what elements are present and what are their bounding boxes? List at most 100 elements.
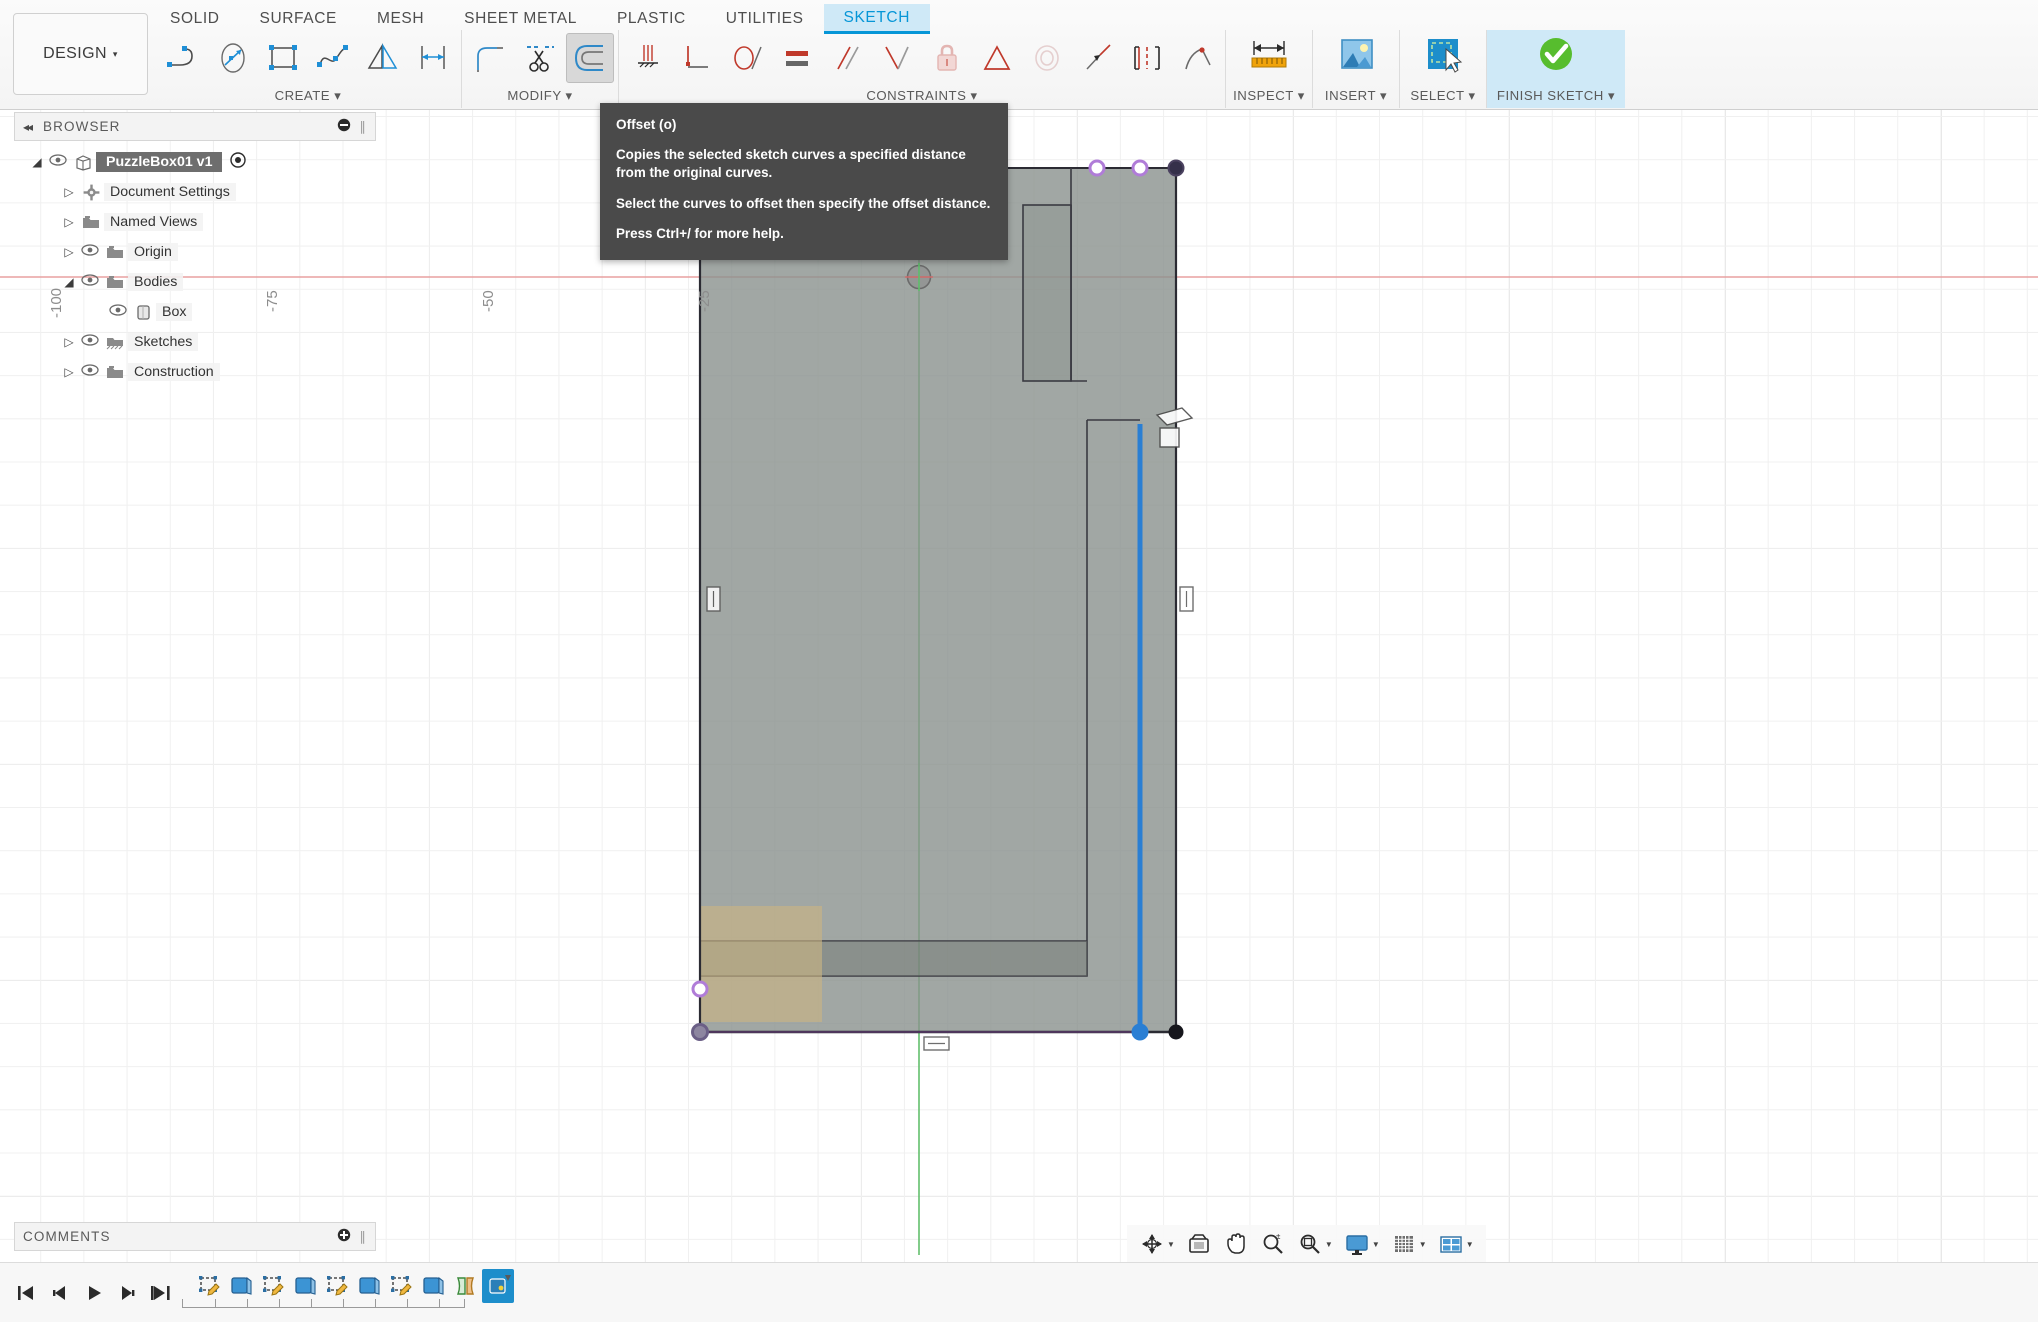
- timeline-feature-sketch[interactable]: [386, 1269, 418, 1303]
- timeline-feature-extrude[interactable]: [354, 1269, 386, 1303]
- body-icon: [130, 304, 156, 321]
- add-comment-icon[interactable]: [337, 1228, 351, 1245]
- panel-inspect-label[interactable]: INSPECT ▾: [1233, 88, 1305, 108]
- folder-icon: [102, 275, 128, 290]
- timeline-feature-extrude[interactable]: [418, 1269, 450, 1303]
- tangent-icon[interactable]: [723, 33, 771, 83]
- select-window-cursor-icon: [1420, 36, 1466, 81]
- gear-icon: [78, 184, 104, 201]
- tree-item-construction[interactable]: ▷ Construction: [14, 357, 376, 387]
- skip-to-start-icon[interactable]: [10, 1275, 42, 1311]
- timeline-feature-extrude[interactable]: [290, 1269, 322, 1303]
- finish-sketch-button[interactable]: FINISH SKETCH ▾: [1491, 30, 1621, 108]
- expand-arrow-icon[interactable]: ▷: [60, 215, 78, 229]
- grid-snaps-icon[interactable]: ▼: [1387, 1227, 1431, 1261]
- tree-item-label: Origin: [128, 243, 178, 261]
- curvature-icon[interactable]: [1123, 33, 1171, 83]
- panel-options-icon[interactable]: [337, 118, 351, 135]
- spline-icon[interactable]: [309, 33, 357, 83]
- tree-item-sketches[interactable]: ▷ Sketches: [14, 327, 376, 357]
- tab-label: SHEET METAL: [464, 10, 577, 27]
- visibility-eye-icon[interactable]: [106, 304, 130, 320]
- zoom-icon[interactable]: ±: [1256, 1227, 1290, 1261]
- tree-item-label: Named Views: [104, 213, 204, 231]
- line-icon[interactable]: [159, 33, 207, 83]
- skip-to-end-icon[interactable]: [146, 1275, 178, 1311]
- comments-panel[interactable]: COMMENTS ∥: [14, 1222, 376, 1251]
- tree-item-label: Document Settings: [104, 183, 236, 201]
- inspect-button[interactable]: INSPECT ▾: [1230, 30, 1308, 108]
- insert-button[interactable]: INSERT ▾: [1317, 30, 1395, 108]
- midpoint-icon[interactable]: [973, 33, 1021, 83]
- visibility-eye-icon[interactable]: [78, 244, 102, 260]
- tree-item-named-views[interactable]: ▷ Named Views: [14, 207, 376, 237]
- panel-select-label[interactable]: SELECT ▾: [1410, 88, 1475, 108]
- panel-grip-icon[interactable]: ∥: [359, 1229, 367, 1245]
- fillet-icon[interactable]: [466, 33, 514, 83]
- equal-icon[interactable]: [773, 33, 821, 83]
- collinear-icon[interactable]: [673, 33, 721, 83]
- step-back-icon[interactable]: [44, 1275, 76, 1311]
- target-icon[interactable]: [230, 152, 247, 172]
- zoom-window-icon[interactable]: ▼: [1293, 1227, 1337, 1261]
- display-settings-icon[interactable]: ▼: [1340, 1227, 1384, 1261]
- sketch-dimension-icon[interactable]: [409, 33, 457, 83]
- expand-arrow-icon[interactable]: ◢: [60, 275, 78, 289]
- look-at-icon[interactable]: [1182, 1227, 1216, 1261]
- mirror-icon[interactable]: [359, 33, 407, 83]
- panel-create-label[interactable]: CREATE ▾: [159, 88, 457, 108]
- pan-hand-icon[interactable]: [1219, 1227, 1253, 1261]
- offset-icon[interactable]: [566, 33, 614, 83]
- tooltip-body-3: Press Ctrl+/ for more help.: [616, 226, 784, 242]
- workspace-switcher-button[interactable]: DESIGN ▾: [13, 13, 148, 95]
- select-button[interactable]: SELECT ▾: [1404, 30, 1482, 108]
- expand-arrow-icon[interactable]: ▷: [60, 185, 78, 199]
- tree-item-origin[interactable]: ▷ Origin: [14, 237, 376, 267]
- chevron-down-icon[interactable]: ▼: [1466, 1240, 1474, 1249]
- step-forward-icon[interactable]: [112, 1275, 144, 1311]
- ruler-label: -50: [480, 290, 497, 312]
- collapse-left-icon[interactable]: ◂◂: [23, 120, 33, 134]
- panel-insert-label[interactable]: INSERT ▾: [1325, 88, 1387, 108]
- chevron-down-icon[interactable]: ▼: [1167, 1240, 1175, 1249]
- chevron-down-icon[interactable]: ▼: [1372, 1240, 1380, 1249]
- ellipse-icon[interactable]: [209, 33, 257, 83]
- tree-item-document-settings[interactable]: ▷ Document Settings: [14, 177, 376, 207]
- visibility-eye-icon[interactable]: [78, 274, 102, 290]
- panel-grip-icon[interactable]: ∥: [359, 119, 367, 135]
- chevron-down-icon[interactable]: ▼: [1419, 1240, 1427, 1249]
- play-icon[interactable]: [78, 1275, 110, 1311]
- timeline-feature-sketch[interactable]: [322, 1269, 354, 1303]
- timeline-feature-sketch[interactable]: [194, 1269, 226, 1303]
- panel-finish-sketch-label[interactable]: FINISH SKETCH ▾: [1497, 88, 1615, 108]
- timeline-feature-extrude[interactable]: [226, 1269, 258, 1303]
- timeline-feature-active-sketch[interactable]: [482, 1268, 514, 1303]
- symmetry-icon[interactable]: [1073, 33, 1121, 83]
- viewports-icon[interactable]: ▼: [1434, 1227, 1478, 1261]
- expand-arrow-icon[interactable]: ◢: [28, 155, 46, 169]
- timeline-feature-sketch[interactable]: [258, 1269, 290, 1303]
- expand-arrow-icon[interactable]: ▷: [60, 365, 78, 379]
- panel-modify-label[interactable]: MODIFY ▾: [466, 88, 614, 108]
- tab-label: MESH: [376, 10, 425, 27]
- document-cube-icon: [70, 154, 96, 171]
- visibility-eye-icon[interactable]: [78, 364, 102, 380]
- expand-arrow-icon[interactable]: ▷: [60, 335, 78, 349]
- tree-item-puzzlebox01[interactable]: ◢ PuzzleBox01 v1: [14, 147, 376, 177]
- chevron-down-icon[interactable]: ▼: [1325, 1240, 1333, 1249]
- rectangle-icon[interactable]: [259, 33, 307, 83]
- tree-item-box[interactable]: Box: [14, 297, 376, 327]
- tree-item-bodies[interactable]: ◢ Bodies: [14, 267, 376, 297]
- parallel-icon[interactable]: [823, 33, 871, 83]
- visibility-eye-icon[interactable]: [78, 334, 102, 350]
- visibility-eye-icon[interactable]: [46, 154, 70, 170]
- perpendicular-icon[interactable]: [873, 33, 921, 83]
- timeline-feature-shell[interactable]: [450, 1269, 482, 1303]
- coincident-icon[interactable]: [623, 33, 671, 83]
- expand-arrow-icon[interactable]: ▷: [60, 245, 78, 259]
- concentric-icon[interactable]: [1023, 33, 1071, 83]
- trim-icon[interactable]: [516, 33, 564, 83]
- horizontal-vertical-icon[interactable]: [1173, 33, 1221, 83]
- fix-unfix-lock-icon[interactable]: [923, 33, 971, 83]
- orbit-icon[interactable]: ▼: [1135, 1227, 1179, 1261]
